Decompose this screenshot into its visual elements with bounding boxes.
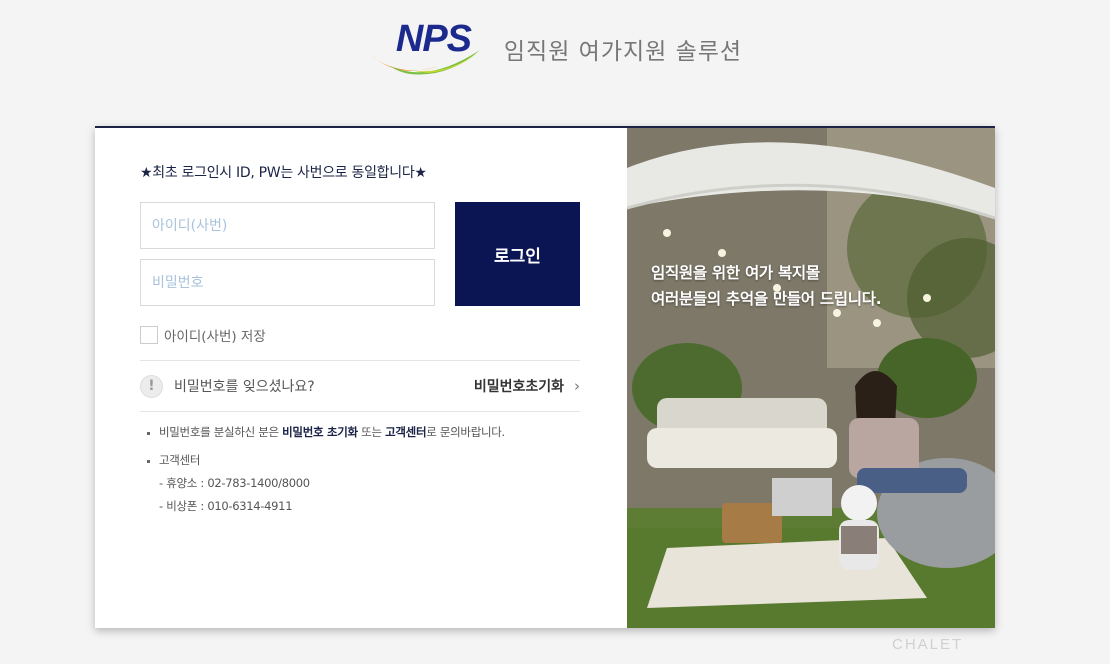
promo-scene-image xyxy=(627,128,995,628)
password-input[interactable] xyxy=(140,259,435,306)
nps-logo[interactable]: NPS xyxy=(368,18,488,76)
logo-text: NPS xyxy=(395,18,472,60)
customer-center-label: 고객센터 xyxy=(145,452,505,469)
phone-resort: - 휴양소 : 02-783-1400/8000 xyxy=(159,476,310,490)
login-notice: ★최초 로그인시 ID, PW는 사번으로 동일합니다★ xyxy=(140,165,427,181)
promo-photo: 임직원을 위한 여가 복지몰 여러분들의 추억을 만들어 드립니다. xyxy=(627,128,995,628)
help-info: 비밀번호를 분실하신 분은 비밀번호 초기화 또는 고객센터로 문의바랍니다. … xyxy=(145,424,505,515)
reset-password-label: 비밀번호초기화 xyxy=(473,379,564,395)
login-panel: ★최초 로그인시 ID, PW는 사번으로 동일합니다★ 로그인 아이디(사번)… xyxy=(95,128,627,628)
promo-caption: 임직원을 위한 여가 복지몰 여러분들의 추억을 만들어 드립니다. xyxy=(651,260,882,312)
id-input[interactable] xyxy=(140,202,435,249)
header: NPS 임직원 여가지원 솔루션 xyxy=(0,18,1110,78)
chalet-watermark: CHALET xyxy=(892,636,964,653)
save-id-checkbox[interactable] xyxy=(140,326,158,344)
save-id-label: 아이디(사번) 저장 xyxy=(164,329,266,345)
help-text: 또는 xyxy=(357,425,386,439)
forgot-password-text: 비밀번호를 잊으셨나요? xyxy=(174,379,315,395)
chevron-right-icon: › xyxy=(574,377,580,395)
help-cs-emphasis: 고객센터 xyxy=(385,425,427,439)
login-card: ★최초 로그인시 ID, PW는 사번으로 동일합니다★ 로그인 아이디(사번)… xyxy=(95,126,995,628)
login-button[interactable]: 로그인 xyxy=(455,202,580,306)
divider xyxy=(140,411,580,412)
promo-line-1: 임직원을 위한 여가 복지몰 xyxy=(651,264,820,282)
reset-password-link[interactable]: 비밀번호초기화 › xyxy=(474,376,580,396)
save-id-row[interactable]: 아이디(사번) 저장 xyxy=(140,325,266,345)
page-title: 임직원 여가지원 솔루션 xyxy=(503,39,743,65)
help-reset-emphasis: 비밀번호 초기화 xyxy=(282,425,358,439)
forgot-password-row: ! 비밀번호를 잊으셨나요? 비밀번호초기화 › xyxy=(140,373,580,399)
help-text: 비밀번호를 분실하신 분은 xyxy=(159,425,283,439)
exclamation-icon: ! xyxy=(140,374,163,398)
forgot-password-group: ! 비밀번호를 잊으셨나요? xyxy=(140,374,315,398)
promo-line-2: 여러분들의 추억을 만들어 드립니다. xyxy=(651,290,882,308)
phone-emergency: - 비상폰 : 010-6314-4911 xyxy=(159,499,293,513)
divider xyxy=(140,360,580,361)
help-line: 비밀번호를 분실하신 분은 비밀번호 초기화 또는 고객센터로 문의바랍니다. xyxy=(145,424,505,441)
help-text: 로 문의바랍니다. xyxy=(426,425,505,439)
